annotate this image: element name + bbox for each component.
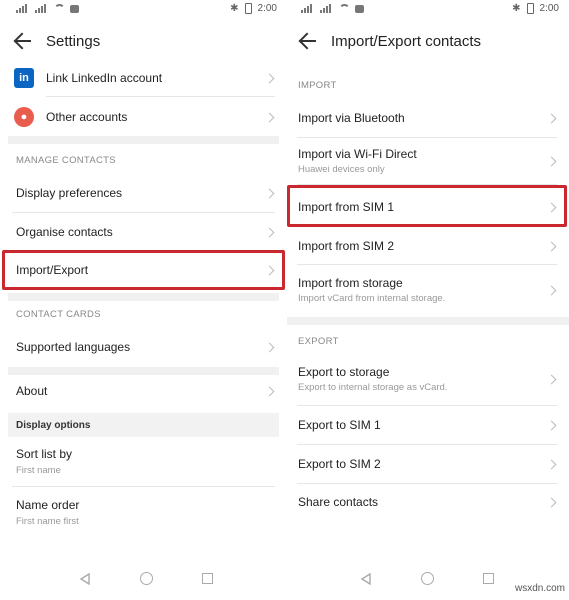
- account-icon: ●: [14, 107, 34, 127]
- other-accounts-row[interactable]: ● Other accounts: [0, 101, 287, 133]
- linkedin-icon: in: [14, 68, 34, 88]
- settings-screen: ✱ 2:00 Settings in Link LinkedIn account…: [0, 0, 287, 600]
- chevron-right-icon: [546, 459, 557, 469]
- row-label: Display preferences: [16, 186, 123, 200]
- bluetooth-icon: ✱: [230, 3, 239, 14]
- row-label: Export to SIM 1: [298, 418, 381, 432]
- row-label: Link LinkedIn account: [46, 71, 163, 85]
- row-label: Supported languages: [16, 340, 131, 354]
- section-header-cards: CONTACT CARDS: [16, 309, 101, 320]
- app-bar: Import/Export contacts: [287, 24, 569, 58]
- export-sim2-row[interactable]: Export to SIM 2: [287, 447, 569, 481]
- section-header-export: EXPORT: [298, 336, 339, 347]
- row-label: Export to storage: [298, 365, 390, 379]
- section-header-manage: MANAGE CONTACTS: [16, 155, 116, 166]
- notification-icon: [70, 5, 79, 13]
- row-sublabel: Import vCard from internal storage.: [298, 293, 446, 304]
- row-label: Organise contacts: [16, 225, 113, 239]
- row-label: Sort list by: [16, 447, 73, 461]
- name-order-row[interactable]: Name order First name first: [16, 498, 79, 527]
- nav-recents-icon[interactable]: [483, 573, 494, 584]
- row-label: Name order: [16, 498, 80, 512]
- chevron-right-icon: [264, 342, 275, 352]
- row-label: Import from storage: [298, 276, 403, 290]
- section-header-import: IMPORT: [298, 80, 337, 91]
- import-wifi-direct-row[interactable]: Import via Wi-Fi Direct Huawei devices o…: [287, 140, 569, 182]
- link-linkedin-row[interactable]: in Link LinkedIn account: [0, 62, 287, 94]
- nav-back-icon[interactable]: [360, 573, 372, 585]
- wifi-icon: [339, 4, 350, 13]
- nav-home-icon[interactable]: [421, 572, 434, 585]
- status-time: 2:00: [257, 3, 277, 14]
- battery-icon: [526, 3, 534, 14]
- chevron-right-icon: [264, 188, 275, 198]
- chevron-right-icon: [546, 156, 557, 167]
- status-time: 2:00: [539, 3, 559, 14]
- display-options-header: Display options: [8, 413, 279, 437]
- chevron-right-icon: [546, 497, 557, 507]
- row-label: Import via Wi-Fi Direct: [298, 147, 417, 161]
- row-label: Import via Bluetooth: [298, 111, 405, 125]
- chevron-right-icon: [264, 73, 275, 83]
- row-label: Import from SIM 2: [298, 239, 395, 253]
- chevron-right-icon: [546, 113, 557, 123]
- wifi-icon: [54, 4, 65, 13]
- notification-icon: [355, 5, 364, 13]
- sort-list-row[interactable]: Sort list by First name: [16, 447, 72, 476]
- back-arrow-icon[interactable]: [12, 30, 34, 52]
- signal-icon: [35, 4, 49, 13]
- chevron-right-icon: [264, 227, 275, 237]
- status-bar: ✱ 2:00: [287, 0, 569, 20]
- about-row[interactable]: About: [0, 374, 287, 408]
- chevron-right-icon: [546, 374, 557, 385]
- chevron-right-icon: [546, 241, 557, 251]
- battery-icon: [244, 3, 252, 14]
- row-sublabel: Huawei devices only: [298, 164, 385, 175]
- page-title: Settings: [46, 32, 101, 50]
- nav-home-icon[interactable]: [140, 572, 153, 585]
- signal-icon: [16, 4, 30, 13]
- watermark-text: wsxdn.com: [514, 583, 565, 594]
- row-label: Other accounts: [46, 110, 128, 124]
- chevron-right-icon: [264, 386, 275, 396]
- bluetooth-icon: ✱: [512, 3, 521, 14]
- chevron-right-icon: [264, 112, 275, 122]
- chevron-right-icon: [546, 285, 557, 296]
- row-value: First name first: [16, 516, 79, 527]
- highlight-box: [2, 250, 285, 290]
- import-export-screen: ✱ 2:00 Import/Export contacts IMPORT Imp…: [287, 0, 569, 600]
- nav-back-icon[interactable]: [79, 573, 91, 585]
- supported-languages-row[interactable]: Supported languages: [0, 330, 287, 364]
- app-bar: Settings: [0, 24, 287, 58]
- back-arrow-icon[interactable]: [297, 30, 319, 52]
- chevron-right-icon: [546, 420, 557, 430]
- import-storage-row[interactable]: Import from storage Import vCard from in…: [287, 268, 569, 312]
- highlight-box: [287, 185, 567, 227]
- import-sim2-row[interactable]: Import from SIM 2: [287, 229, 569, 263]
- row-value: First name: [16, 465, 61, 476]
- row-label: About: [16, 384, 48, 398]
- export-storage-row[interactable]: Export to storage Export to internal sto…: [287, 357, 569, 401]
- row-sublabel: Export to internal storage as vCard.: [298, 382, 448, 393]
- row-label: Share contacts: [298, 495, 379, 509]
- import-bluetooth-row[interactable]: Import via Bluetooth: [287, 101, 569, 135]
- organise-contacts-row[interactable]: Organise contacts: [0, 215, 287, 249]
- signal-icon: [320, 4, 334, 13]
- row-label: Export to SIM 2: [298, 457, 381, 471]
- signal-icon: [301, 4, 315, 13]
- nav-bar: [0, 560, 287, 600]
- section-title: Display options: [16, 420, 91, 431]
- share-contacts-row[interactable]: Share contacts: [287, 485, 569, 519]
- page-title: Import/Export contacts: [331, 32, 482, 50]
- display-preferences-row[interactable]: Display preferences: [0, 176, 287, 210]
- nav-bar: wsxdn.com: [287, 560, 569, 600]
- nav-recents-icon[interactable]: [202, 573, 213, 584]
- status-bar: ✱ 2:00: [0, 0, 287, 20]
- export-sim1-row[interactable]: Export to SIM 1: [287, 408, 569, 442]
